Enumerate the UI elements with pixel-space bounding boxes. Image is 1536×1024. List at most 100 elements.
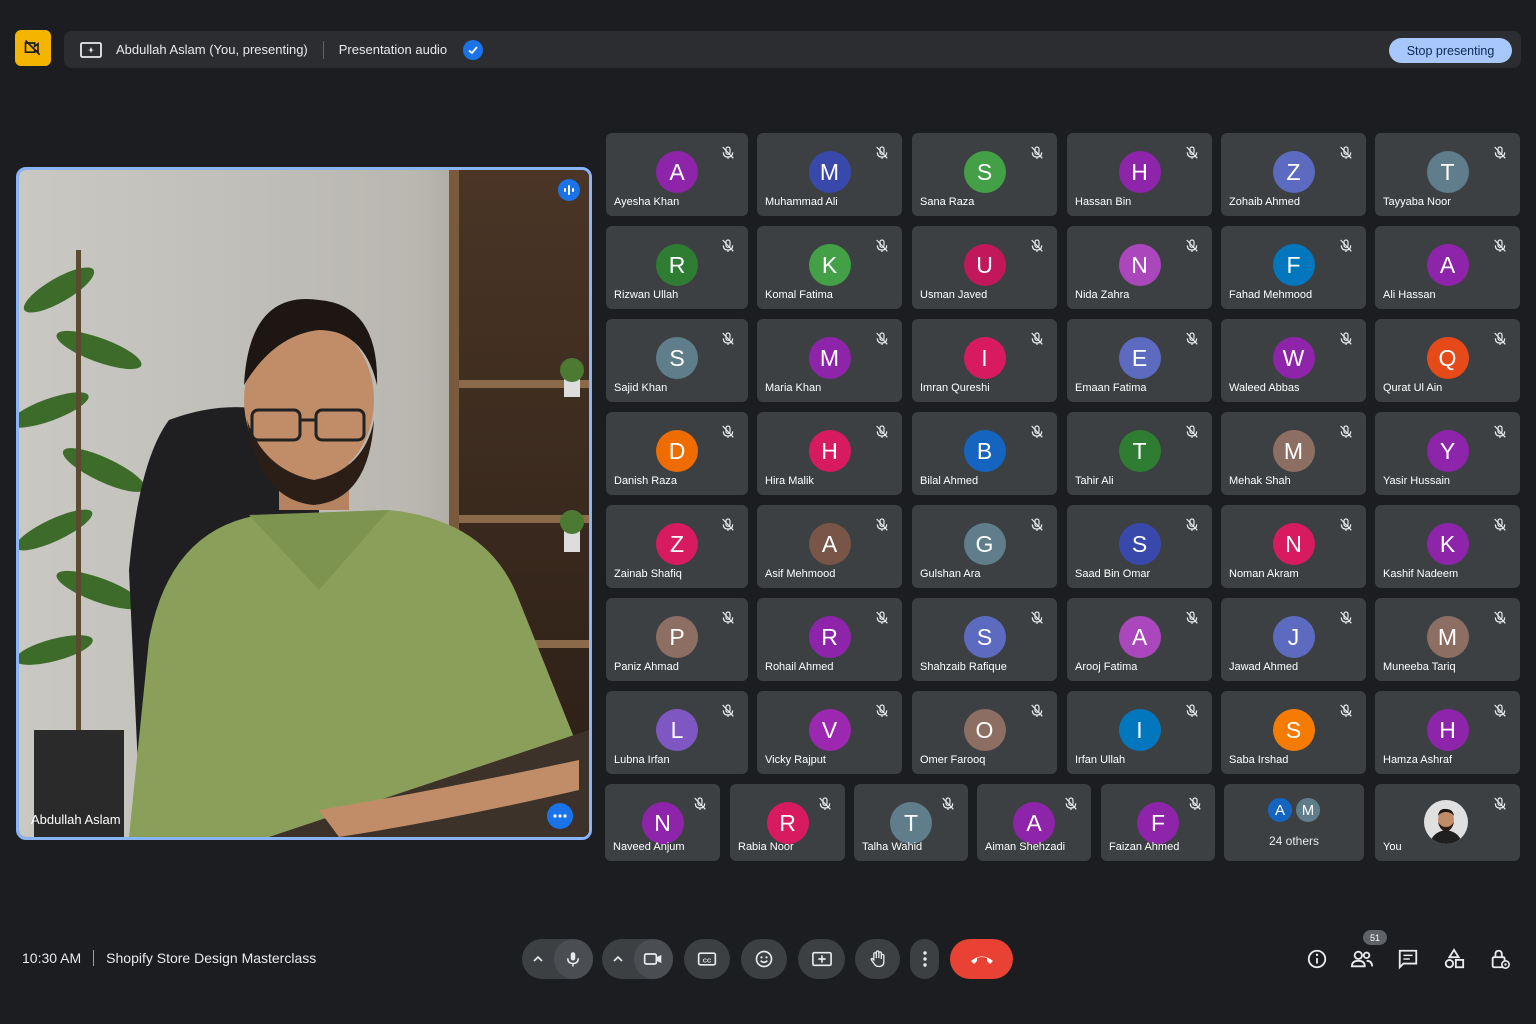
participant-name: Asif Mehmood xyxy=(765,568,836,580)
participant-name: Muneeba Tariq xyxy=(1383,661,1456,673)
participant-name: Talha Wahid xyxy=(862,841,923,853)
participant-tile[interactable]: S Sajid Khan xyxy=(606,319,748,402)
leave-call-button[interactable] xyxy=(950,939,1013,979)
participant-name: Sana Raza xyxy=(920,196,975,208)
more-horiz-icon xyxy=(553,814,567,818)
mic-off-icon xyxy=(722,239,734,252)
participant-name: Komal Fatima xyxy=(765,289,833,301)
participant-tile[interactable]: J Jawad Ahmed xyxy=(1221,598,1366,681)
participant-tile[interactable]: G Gulshan Ara xyxy=(912,505,1057,588)
participant-tile[interactable]: A Asif Mehmood xyxy=(757,505,902,588)
participant-tile[interactable]: K Komal Fatima xyxy=(757,226,902,309)
info-icon xyxy=(1307,949,1327,969)
participant-tile[interactable]: F Fahad Mehmood xyxy=(1221,226,1366,309)
captions-button[interactable]: CC xyxy=(684,939,730,979)
others-tile[interactable]: A M 24 others xyxy=(1224,784,1364,861)
participant-tile[interactable]: H Hamza Ashraf xyxy=(1375,691,1520,774)
participant-name: Nida Zahra xyxy=(1075,289,1130,301)
participant-tile[interactable]: E Emaan Fatima xyxy=(1067,319,1212,402)
participant-avatar: L xyxy=(656,709,698,751)
participant-name: Vicky Rajput xyxy=(765,754,826,766)
participant-tile[interactable]: T Tahir Ali xyxy=(1067,412,1212,495)
mic-off-icon xyxy=(722,518,734,531)
participant-tile[interactable]: V Vicky Rajput xyxy=(757,691,902,774)
participant-tile[interactable]: A Arooj Fatima xyxy=(1067,598,1212,681)
participant-tile[interactable]: N Nida Zahra xyxy=(1067,226,1212,309)
participant-tile[interactable]: K Kashif Nadeem xyxy=(1375,505,1520,588)
participant-avatar: S xyxy=(963,151,1006,193)
presenter-video-tile[interactable]: Abdullah Aslam xyxy=(16,167,592,840)
audio-options-button[interactable] xyxy=(522,939,554,979)
participant-tile[interactable]: H Hassan Bin xyxy=(1067,133,1212,216)
mic-off-icon xyxy=(1065,797,1077,810)
participant-tile[interactable]: T Tayyaba Noor xyxy=(1375,133,1520,216)
participant-tile[interactable]: R Rohail Ahmed xyxy=(757,598,902,681)
participant-tile[interactable]: M Maria Khan xyxy=(757,319,902,402)
participant-tile[interactable]: T Talha Wahid xyxy=(854,784,968,861)
presentation-audio-toggle[interactable] xyxy=(463,39,484,60)
chat-button[interactable] xyxy=(1395,946,1421,972)
participant-name: Tahir Ali xyxy=(1075,475,1114,487)
participant-avatar: H xyxy=(1118,151,1161,193)
people-button[interactable] xyxy=(1349,946,1375,972)
participant-tile[interactable]: I Imran Qureshi xyxy=(912,319,1057,402)
participant-tile[interactable]: S Saba Irshad xyxy=(1221,691,1366,774)
camera-off-icon xyxy=(24,39,41,56)
stop-presenting-button[interactable]: Stop presenting xyxy=(1389,38,1512,63)
video-options-button[interactable] xyxy=(602,939,634,979)
participant-tile[interactable]: R Rabia Noor xyxy=(730,784,845,861)
participant-name: Jawad Ahmed xyxy=(1229,661,1299,673)
participant-tile[interactable]: A Aiman Shehzadi xyxy=(977,784,1091,861)
divider xyxy=(93,950,95,966)
activities-button[interactable] xyxy=(1441,946,1467,972)
participant-tile[interactable]: N Naveed Anjum xyxy=(605,784,720,861)
participant-tile[interactable]: U Usman Javed xyxy=(912,226,1057,309)
raise-hand-button[interactable] xyxy=(855,939,900,979)
participant-tile[interactable]: Z Zohaib Ahmed xyxy=(1221,133,1366,216)
microphone-button[interactable] xyxy=(553,939,593,979)
participant-avatar: R xyxy=(808,616,851,658)
mic-off-icon xyxy=(1031,146,1043,159)
participant-name: Tayyaba Noor xyxy=(1383,196,1451,208)
participant-avatar: N xyxy=(641,802,684,844)
participant-tile[interactable]: P Paniz Ahmad xyxy=(606,598,748,681)
people-icon xyxy=(1350,950,1373,968)
participant-tile[interactable]: M Mehak Shah xyxy=(1221,412,1366,495)
participant-tile[interactable]: H Hira Malik xyxy=(757,412,902,495)
participant-tile[interactable]: Q Qurat Ul Ain xyxy=(1375,319,1520,402)
participant-tile[interactable]: A Ayesha Khan xyxy=(606,133,748,216)
participant-tile[interactable]: M Muneeba Tariq xyxy=(1375,598,1520,681)
participant-tile[interactable]: I Irfan Ullah xyxy=(1067,691,1212,774)
participant-tile[interactable]: F Faizan Ahmed xyxy=(1101,784,1215,861)
participant-name: Zainab Shafiq xyxy=(614,568,682,580)
participant-tile[interactable]: M Muhammad Ali xyxy=(757,133,902,216)
self-tile[interactable]: You xyxy=(1375,784,1520,861)
participant-tile[interactable]: S Sana Raza xyxy=(912,133,1057,216)
mic-off-icon xyxy=(1494,518,1506,531)
presenter-more-options-button[interactable] xyxy=(547,803,573,829)
participant-tile[interactable]: A Ali Hassan xyxy=(1375,226,1520,309)
participant-tile[interactable]: R Rizwan Ullah xyxy=(606,226,748,309)
host-controls-button[interactable] xyxy=(1487,946,1513,972)
more-options-button[interactable] xyxy=(910,939,939,979)
participant-tile[interactable]: W Waleed Abbas xyxy=(1221,319,1366,402)
participant-tile[interactable]: L Lubna Irfan xyxy=(606,691,748,774)
present-now-button[interactable] xyxy=(798,939,845,979)
participant-tile[interactable]: N Noman Akram xyxy=(1221,505,1366,588)
participant-name: Waleed Abbas xyxy=(1229,382,1300,394)
participant-tile[interactable]: Y Yasir Hussain xyxy=(1375,412,1520,495)
participant-tile[interactable]: S Saad Bin Omar xyxy=(1067,505,1212,588)
emoji-reaction-button[interactable] xyxy=(741,939,787,979)
camera-button[interactable] xyxy=(633,939,673,979)
camera-off-indicator[interactable] xyxy=(15,30,51,66)
mic-off-icon xyxy=(942,797,954,810)
participant-tile[interactable]: D Danish Raza xyxy=(606,412,748,495)
participant-tile[interactable]: Z Zainab Shafiq xyxy=(606,505,748,588)
participant-avatar: R xyxy=(766,802,809,844)
participant-tile[interactable]: O Omer Farooq xyxy=(912,691,1057,774)
present-screen-icon xyxy=(80,41,102,58)
participant-avatar: A xyxy=(808,523,851,565)
participant-tile[interactable]: S Shahzaib Rafique xyxy=(912,598,1057,681)
meeting-details-button[interactable] xyxy=(1304,946,1330,972)
participant-tile[interactable]: B Bilal Ahmed xyxy=(912,412,1057,495)
